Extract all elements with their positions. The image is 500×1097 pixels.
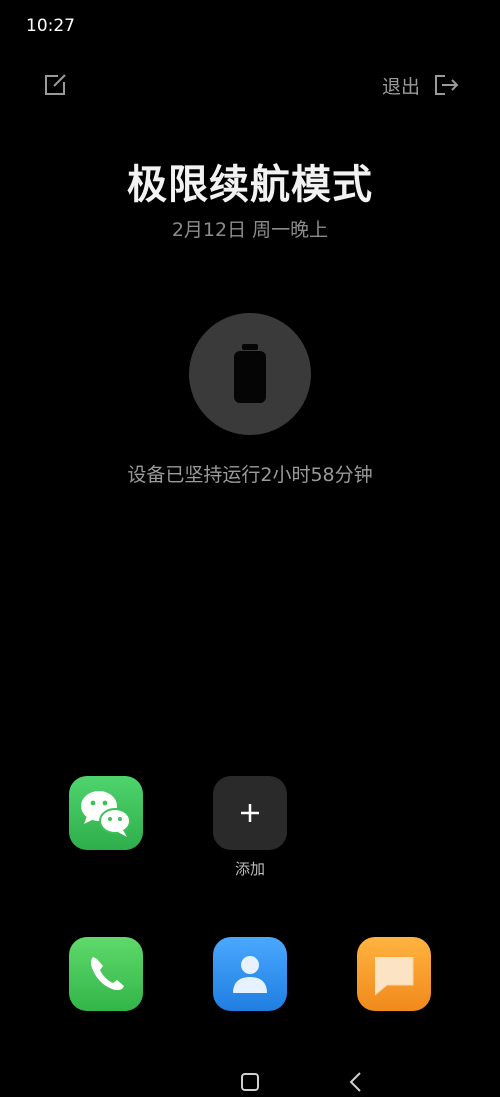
exit-icon <box>432 71 460 99</box>
add-label: 添加 <box>234 860 265 878</box>
message-icon <box>374 957 414 996</box>
wechat-app[interactable] <box>69 776 143 850</box>
plus-icon <box>241 804 259 822</box>
add-app-button[interactable] <box>213 776 287 850</box>
date-text: 2月12日 周一晚上 <box>171 219 329 241</box>
contacts-app[interactable] <box>213 937 287 1011</box>
exit-label: 退出 <box>381 75 420 98</box>
edit-icon[interactable] <box>40 70 70 100</box>
phone-app[interactable] <box>69 937 143 1011</box>
status-time: 10:27 <box>26 16 75 36</box>
wechat-icon <box>81 791 131 837</box>
battery-icon <box>234 344 266 403</box>
battery-status-circle <box>189 313 311 435</box>
page-title: 极限续航模式 <box>127 162 373 208</box>
exit-button[interactable]: 退出 <box>382 70 460 100</box>
uptime-text: 设备已坚持运行2小时58分钟 <box>127 464 373 486</box>
contacts-icon <box>233 956 267 993</box>
nav-home-icon[interactable] <box>240 1072 260 1092</box>
nav-back-icon[interactable] <box>346 1070 366 1094</box>
phone-icon <box>90 957 124 991</box>
messages-app[interactable] <box>357 937 431 1011</box>
